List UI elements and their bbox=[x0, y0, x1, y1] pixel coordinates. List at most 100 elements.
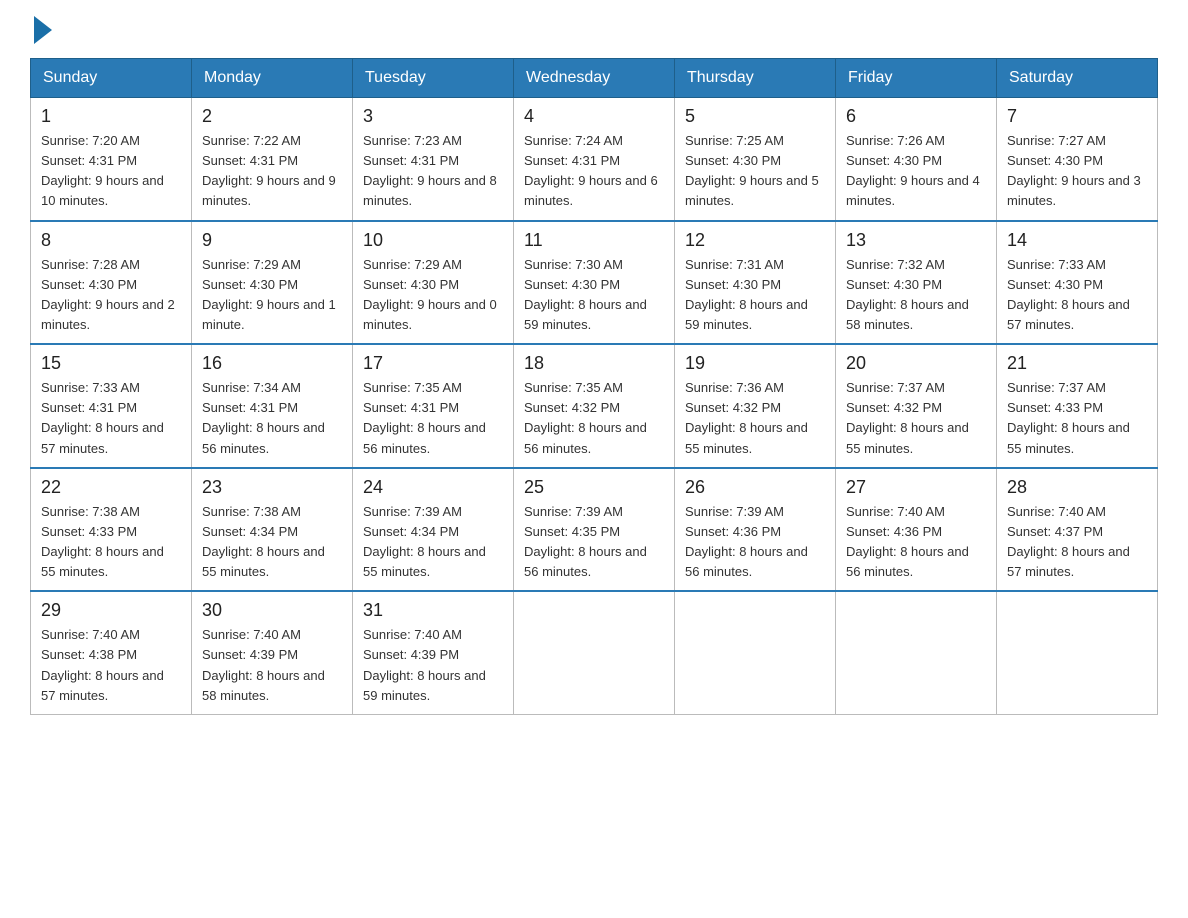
day-info: Sunrise: 7:39 AMSunset: 4:35 PMDaylight:… bbox=[524, 502, 664, 583]
day-info: Sunrise: 7:37 AMSunset: 4:32 PMDaylight:… bbox=[846, 378, 986, 459]
calendar-cell bbox=[836, 591, 997, 714]
calendar-table: SundayMondayTuesdayWednesdayThursdayFrid… bbox=[30, 58, 1158, 715]
column-header-thursday: Thursday bbox=[675, 59, 836, 98]
day-number: 13 bbox=[846, 230, 986, 251]
calendar-cell: 3 Sunrise: 7:23 AMSunset: 4:31 PMDayligh… bbox=[353, 98, 514, 221]
calendar-cell: 6 Sunrise: 7:26 AMSunset: 4:30 PMDayligh… bbox=[836, 98, 997, 221]
day-info: Sunrise: 7:38 AMSunset: 4:33 PMDaylight:… bbox=[41, 502, 181, 583]
day-number: 23 bbox=[202, 477, 342, 498]
calendar-cell: 23 Sunrise: 7:38 AMSunset: 4:34 PMDaylig… bbox=[192, 468, 353, 592]
day-info: Sunrise: 7:25 AMSunset: 4:30 PMDaylight:… bbox=[685, 131, 825, 212]
day-info: Sunrise: 7:39 AMSunset: 4:34 PMDaylight:… bbox=[363, 502, 503, 583]
calendar-cell: 16 Sunrise: 7:34 AMSunset: 4:31 PMDaylig… bbox=[192, 344, 353, 468]
column-header-tuesday: Tuesday bbox=[353, 59, 514, 98]
day-info: Sunrise: 7:33 AMSunset: 4:30 PMDaylight:… bbox=[1007, 255, 1147, 336]
column-header-monday: Monday bbox=[192, 59, 353, 98]
day-number: 20 bbox=[846, 353, 986, 374]
calendar-week-row: 22 Sunrise: 7:38 AMSunset: 4:33 PMDaylig… bbox=[31, 468, 1158, 592]
day-info: Sunrise: 7:36 AMSunset: 4:32 PMDaylight:… bbox=[685, 378, 825, 459]
day-number: 6 bbox=[846, 106, 986, 127]
calendar-cell: 24 Sunrise: 7:39 AMSunset: 4:34 PMDaylig… bbox=[353, 468, 514, 592]
day-info: Sunrise: 7:20 AMSunset: 4:31 PMDaylight:… bbox=[41, 131, 181, 212]
day-number: 10 bbox=[363, 230, 503, 251]
calendar-cell: 25 Sunrise: 7:39 AMSunset: 4:35 PMDaylig… bbox=[514, 468, 675, 592]
day-number: 8 bbox=[41, 230, 181, 251]
day-info: Sunrise: 7:27 AMSunset: 4:30 PMDaylight:… bbox=[1007, 131, 1147, 212]
column-header-saturday: Saturday bbox=[997, 59, 1158, 98]
day-info: Sunrise: 7:40 AMSunset: 4:39 PMDaylight:… bbox=[202, 625, 342, 706]
calendar-cell: 10 Sunrise: 7:29 AMSunset: 4:30 PMDaylig… bbox=[353, 221, 514, 345]
calendar-cell: 5 Sunrise: 7:25 AMSunset: 4:30 PMDayligh… bbox=[675, 98, 836, 221]
calendar-cell: 18 Sunrise: 7:35 AMSunset: 4:32 PMDaylig… bbox=[514, 344, 675, 468]
calendar-cell bbox=[997, 591, 1158, 714]
day-info: Sunrise: 7:28 AMSunset: 4:30 PMDaylight:… bbox=[41, 255, 181, 336]
day-info: Sunrise: 7:30 AMSunset: 4:30 PMDaylight:… bbox=[524, 255, 664, 336]
calendar-cell: 22 Sunrise: 7:38 AMSunset: 4:33 PMDaylig… bbox=[31, 468, 192, 592]
day-info: Sunrise: 7:31 AMSunset: 4:30 PMDaylight:… bbox=[685, 255, 825, 336]
calendar-cell: 17 Sunrise: 7:35 AMSunset: 4:31 PMDaylig… bbox=[353, 344, 514, 468]
calendar-cell: 29 Sunrise: 7:40 AMSunset: 4:38 PMDaylig… bbox=[31, 591, 192, 714]
day-number: 27 bbox=[846, 477, 986, 498]
calendar-cell bbox=[514, 591, 675, 714]
day-info: Sunrise: 7:35 AMSunset: 4:32 PMDaylight:… bbox=[524, 378, 664, 459]
day-number: 25 bbox=[524, 477, 664, 498]
day-number: 26 bbox=[685, 477, 825, 498]
day-number: 1 bbox=[41, 106, 181, 127]
logo-arrow-icon bbox=[34, 16, 52, 44]
calendar-week-row: 15 Sunrise: 7:33 AMSunset: 4:31 PMDaylig… bbox=[31, 344, 1158, 468]
calendar-cell: 11 Sunrise: 7:30 AMSunset: 4:30 PMDaylig… bbox=[514, 221, 675, 345]
calendar-week-row: 29 Sunrise: 7:40 AMSunset: 4:38 PMDaylig… bbox=[31, 591, 1158, 714]
day-info: Sunrise: 7:35 AMSunset: 4:31 PMDaylight:… bbox=[363, 378, 503, 459]
calendar-cell: 28 Sunrise: 7:40 AMSunset: 4:37 PMDaylig… bbox=[997, 468, 1158, 592]
calendar-cell: 2 Sunrise: 7:22 AMSunset: 4:31 PMDayligh… bbox=[192, 98, 353, 221]
day-number: 24 bbox=[363, 477, 503, 498]
day-number: 30 bbox=[202, 600, 342, 621]
calendar-cell: 12 Sunrise: 7:31 AMSunset: 4:30 PMDaylig… bbox=[675, 221, 836, 345]
day-number: 28 bbox=[1007, 477, 1147, 498]
column-header-wednesday: Wednesday bbox=[514, 59, 675, 98]
calendar-cell: 31 Sunrise: 7:40 AMSunset: 4:39 PMDaylig… bbox=[353, 591, 514, 714]
day-number: 3 bbox=[363, 106, 503, 127]
day-info: Sunrise: 7:29 AMSunset: 4:30 PMDaylight:… bbox=[202, 255, 342, 336]
calendar-cell: 1 Sunrise: 7:20 AMSunset: 4:31 PMDayligh… bbox=[31, 98, 192, 221]
day-number: 18 bbox=[524, 353, 664, 374]
day-number: 2 bbox=[202, 106, 342, 127]
day-number: 11 bbox=[524, 230, 664, 251]
day-number: 12 bbox=[685, 230, 825, 251]
calendar-cell: 8 Sunrise: 7:28 AMSunset: 4:30 PMDayligh… bbox=[31, 221, 192, 345]
calendar-cell: 26 Sunrise: 7:39 AMSunset: 4:36 PMDaylig… bbox=[675, 468, 836, 592]
day-info: Sunrise: 7:24 AMSunset: 4:31 PMDaylight:… bbox=[524, 131, 664, 212]
day-number: 21 bbox=[1007, 353, 1147, 374]
day-number: 31 bbox=[363, 600, 503, 621]
day-number: 9 bbox=[202, 230, 342, 251]
day-info: Sunrise: 7:26 AMSunset: 4:30 PMDaylight:… bbox=[846, 131, 986, 212]
day-number: 29 bbox=[41, 600, 181, 621]
day-info: Sunrise: 7:34 AMSunset: 4:31 PMDaylight:… bbox=[202, 378, 342, 459]
calendar-cell: 9 Sunrise: 7:29 AMSunset: 4:30 PMDayligh… bbox=[192, 221, 353, 345]
calendar-cell: 7 Sunrise: 7:27 AMSunset: 4:30 PMDayligh… bbox=[997, 98, 1158, 221]
day-number: 22 bbox=[41, 477, 181, 498]
calendar-week-row: 8 Sunrise: 7:28 AMSunset: 4:30 PMDayligh… bbox=[31, 221, 1158, 345]
calendar-cell: 13 Sunrise: 7:32 AMSunset: 4:30 PMDaylig… bbox=[836, 221, 997, 345]
calendar-cell: 30 Sunrise: 7:40 AMSunset: 4:39 PMDaylig… bbox=[192, 591, 353, 714]
calendar-cell bbox=[675, 591, 836, 714]
day-number: 4 bbox=[524, 106, 664, 127]
calendar-cell: 4 Sunrise: 7:24 AMSunset: 4:31 PMDayligh… bbox=[514, 98, 675, 221]
calendar-cell: 14 Sunrise: 7:33 AMSunset: 4:30 PMDaylig… bbox=[997, 221, 1158, 345]
day-info: Sunrise: 7:38 AMSunset: 4:34 PMDaylight:… bbox=[202, 502, 342, 583]
calendar-cell: 21 Sunrise: 7:37 AMSunset: 4:33 PMDaylig… bbox=[997, 344, 1158, 468]
column-header-friday: Friday bbox=[836, 59, 997, 98]
day-info: Sunrise: 7:37 AMSunset: 4:33 PMDaylight:… bbox=[1007, 378, 1147, 459]
day-info: Sunrise: 7:40 AMSunset: 4:39 PMDaylight:… bbox=[363, 625, 503, 706]
day-info: Sunrise: 7:22 AMSunset: 4:31 PMDaylight:… bbox=[202, 131, 342, 212]
calendar-week-row: 1 Sunrise: 7:20 AMSunset: 4:31 PMDayligh… bbox=[31, 98, 1158, 221]
day-number: 19 bbox=[685, 353, 825, 374]
day-number: 14 bbox=[1007, 230, 1147, 251]
calendar-cell: 19 Sunrise: 7:36 AMSunset: 4:32 PMDaylig… bbox=[675, 344, 836, 468]
day-number: 5 bbox=[685, 106, 825, 127]
day-number: 7 bbox=[1007, 106, 1147, 127]
calendar-cell: 27 Sunrise: 7:40 AMSunset: 4:36 PMDaylig… bbox=[836, 468, 997, 592]
calendar-cell: 15 Sunrise: 7:33 AMSunset: 4:31 PMDaylig… bbox=[31, 344, 192, 468]
calendar-header-row: SundayMondayTuesdayWednesdayThursdayFrid… bbox=[31, 59, 1158, 98]
logo bbox=[30, 20, 52, 38]
